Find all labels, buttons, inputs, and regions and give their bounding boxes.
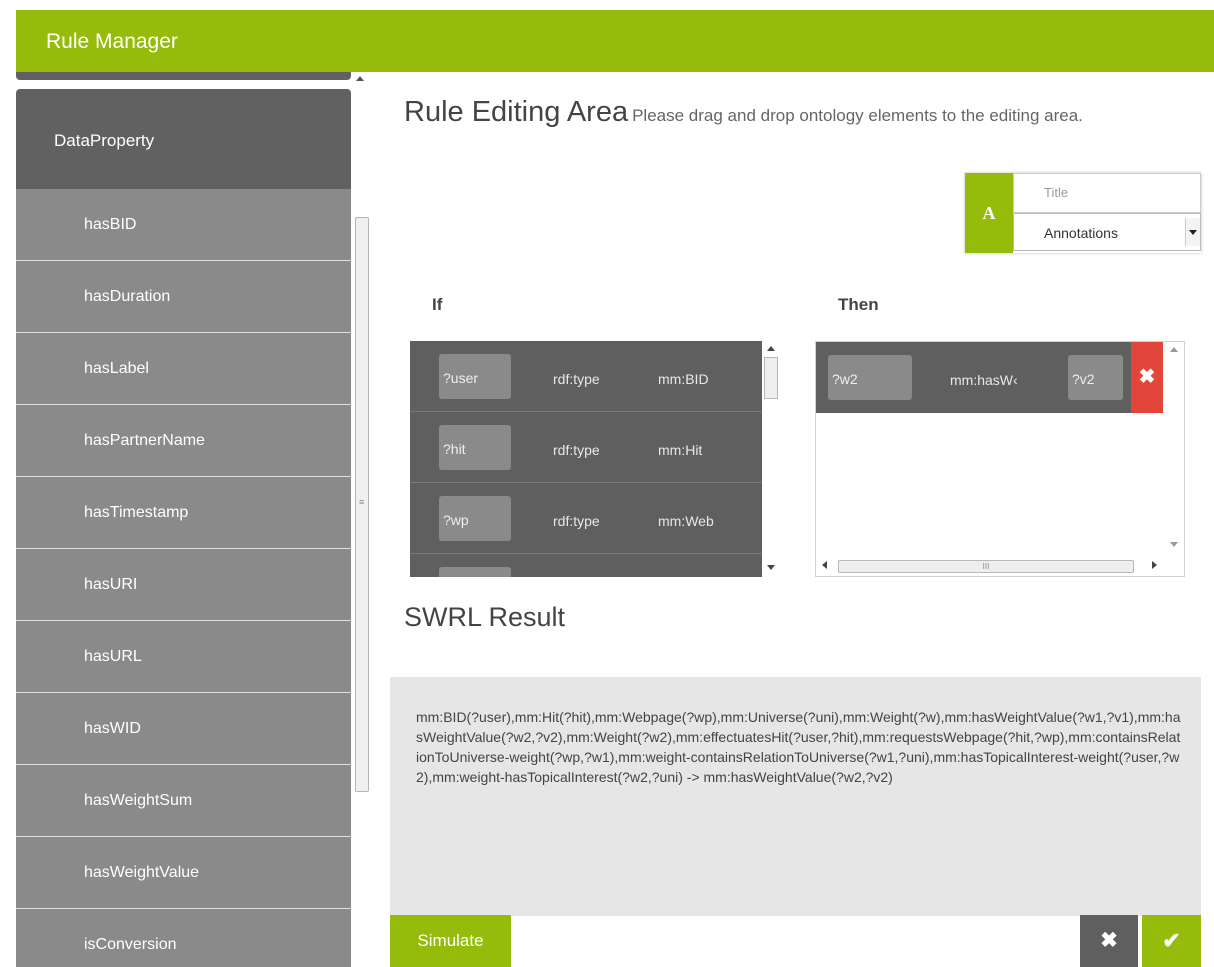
cancel-button[interactable]: ✖: [1080, 915, 1138, 967]
atom-predicate: rdf:type: [553, 371, 600, 387]
ontology-sidebar: DataProperty hasBID hasDuration hasLabel…: [16, 72, 371, 967]
then-vertical-scrollbar[interactable]: [1164, 342, 1184, 556]
sidebar-item-label: hasBID: [84, 216, 137, 233]
if-atom-row-partial[interactable]: [410, 554, 762, 577]
check-icon: ✔: [1162, 928, 1181, 953]
close-icon: ✖: [1100, 929, 1118, 952]
scroll-right-icon[interactable]: [1152, 561, 1157, 569]
title-input[interactable]: Title: [1013, 173, 1201, 213]
sidebar-item-haswid[interactable]: hasWID: [16, 693, 351, 765]
sidebar-item-label: hasDuration: [84, 288, 171, 305]
sidebar-item-hasurl[interactable]: hasURL: [16, 621, 351, 693]
then-horizontal-scrollbar[interactable]: III: [816, 556, 1164, 576]
variable-pill[interactable]: [439, 567, 511, 577]
if-label: If: [432, 295, 443, 314]
sidebar-item-label: isConversion: [84, 936, 177, 953]
swrl-result-title: SWRL Result: [404, 602, 566, 632]
variable-pill[interactable]: ?w2: [828, 355, 912, 400]
sidebar-item-hasbid[interactable]: hasBID: [16, 189, 351, 261]
sidebar-item-label: hasWeightSum: [84, 792, 193, 809]
variable-pill[interactable]: ?user: [439, 354, 511, 399]
swrl-result-text: mm:BID(?user),mm:Hit(?hit),mm:Webpage(?w…: [416, 709, 1181, 785]
if-atom-row[interactable]: ?wp rdf:type mm:Web: [410, 483, 762, 554]
variable-pill[interactable]: ?hit: [439, 425, 511, 470]
sidebar-item-label: hasLabel: [84, 360, 149, 377]
if-atom-row[interactable]: ?user rdf:type mm:BID: [410, 341, 762, 412]
variable-pill[interactable]: ?wp: [439, 496, 511, 541]
confirm-button[interactable]: ✔: [1142, 915, 1201, 967]
if-scroll-thumb[interactable]: [764, 357, 778, 399]
sidebar-item-hasuri[interactable]: hasURI: [16, 549, 351, 621]
annotations-select-value: Annotations: [1044, 225, 1118, 241]
sidebar-list: hasBID hasDuration hasLabel hasPartnerNa…: [16, 189, 351, 967]
sidebar-item-label: hasTimestamp: [84, 504, 189, 521]
sidebar-scrollbar[interactable]: ≡: [353, 72, 371, 967]
then-drop-area[interactable]: ?w2 mm:hasW‹ ?v2 ✖ III: [815, 341, 1185, 577]
title-bar: Rule Manager: [16, 10, 1214, 72]
chevron-down-icon[interactable]: [1185, 218, 1200, 246]
value-pill[interactable]: ?v2: [1068, 355, 1123, 400]
editing-hint: Please drag and drop ontology elements t…: [632, 106, 1083, 125]
atom-predicate: rdf:type: [553, 442, 600, 458]
sidebar-item-label: hasURI: [84, 576, 138, 593]
scroll-down-icon[interactable]: [767, 565, 775, 570]
sidebar-item-label: hasPartnerName: [84, 432, 205, 449]
scroll-left-icon[interactable]: [822, 561, 827, 569]
app-title: Rule Manager: [46, 30, 178, 53]
sidebar-item-hastimestamp[interactable]: hasTimestamp: [16, 477, 351, 549]
then-label: Then: [838, 295, 879, 314]
grip-icon: ≡: [359, 497, 365, 507]
sidebar-item-haslabel[interactable]: hasLabel: [16, 333, 351, 405]
sidebar-group-dataproperty[interactable]: DataProperty: [16, 89, 351, 189]
atom-object: mm:BID: [658, 371, 709, 387]
annotations-select[interactable]: Annotations: [1013, 213, 1201, 251]
if-atom-row[interactable]: ?hit rdf:type mm:Hit: [410, 412, 762, 483]
swrl-result-panel: mm:BID(?user),mm:Hit(?hit),mm:Webpage(?w…: [390, 677, 1201, 916]
sidebar-item-label: hasWeightValue: [84, 864, 200, 881]
editing-area-heading: Rule Editing Area Please drag and drop on…: [404, 96, 1083, 129]
annotation-panel: A Title Annotations: [965, 173, 1201, 253]
sidebar-item-hasweightsum[interactable]: hasWeightSum: [16, 765, 351, 837]
atom-predicate: rdf:type: [553, 513, 600, 529]
if-scrollbar[interactable]: [762, 341, 780, 577]
sidebar-group-label: DataProperty: [54, 131, 155, 150]
sidebar-item-isconversion[interactable]: isConversion: [16, 909, 351, 967]
page-title: Rule Editing Area: [404, 96, 629, 128]
sidebar-collapsed-section[interactable]: [16, 72, 351, 80]
atom-object: mm:Web: [658, 513, 714, 529]
simulate-button[interactable]: Simulate: [390, 915, 511, 967]
scroll-up-icon[interactable]: [1170, 347, 1178, 352]
sidebar-scroll-thumb[interactable]: ≡: [355, 217, 369, 792]
scroll-down-icon[interactable]: [1170, 542, 1178, 547]
sidebar-item-hasweightvalue[interactable]: hasWeightValue: [16, 837, 351, 909]
annotation-icon: A: [965, 173, 1013, 253]
sidebar-item-haspartnername[interactable]: hasPartnerName: [16, 405, 351, 477]
scroll-up-icon[interactable]: [767, 346, 775, 351]
scroll-up-icon[interactable]: [356, 76, 364, 81]
sidebar-item-hasduration[interactable]: hasDuration: [16, 261, 351, 333]
atom-predicate: mm:hasW‹: [950, 372, 1018, 388]
close-icon[interactable]: ✖: [1131, 342, 1163, 413]
then-atom-row[interactable]: ?w2 mm:hasW‹ ?v2 ✖: [816, 342, 1163, 413]
sidebar-item-label: hasURL: [84, 648, 142, 665]
then-hscroll-thumb[interactable]: III: [838, 560, 1134, 573]
sidebar-item-label: hasWID: [84, 720, 141, 737]
if-drop-area[interactable]: ?user rdf:type mm:BID ?hit rdf:type mm:H…: [410, 341, 780, 577]
atom-object: mm:Hit: [658, 442, 703, 458]
